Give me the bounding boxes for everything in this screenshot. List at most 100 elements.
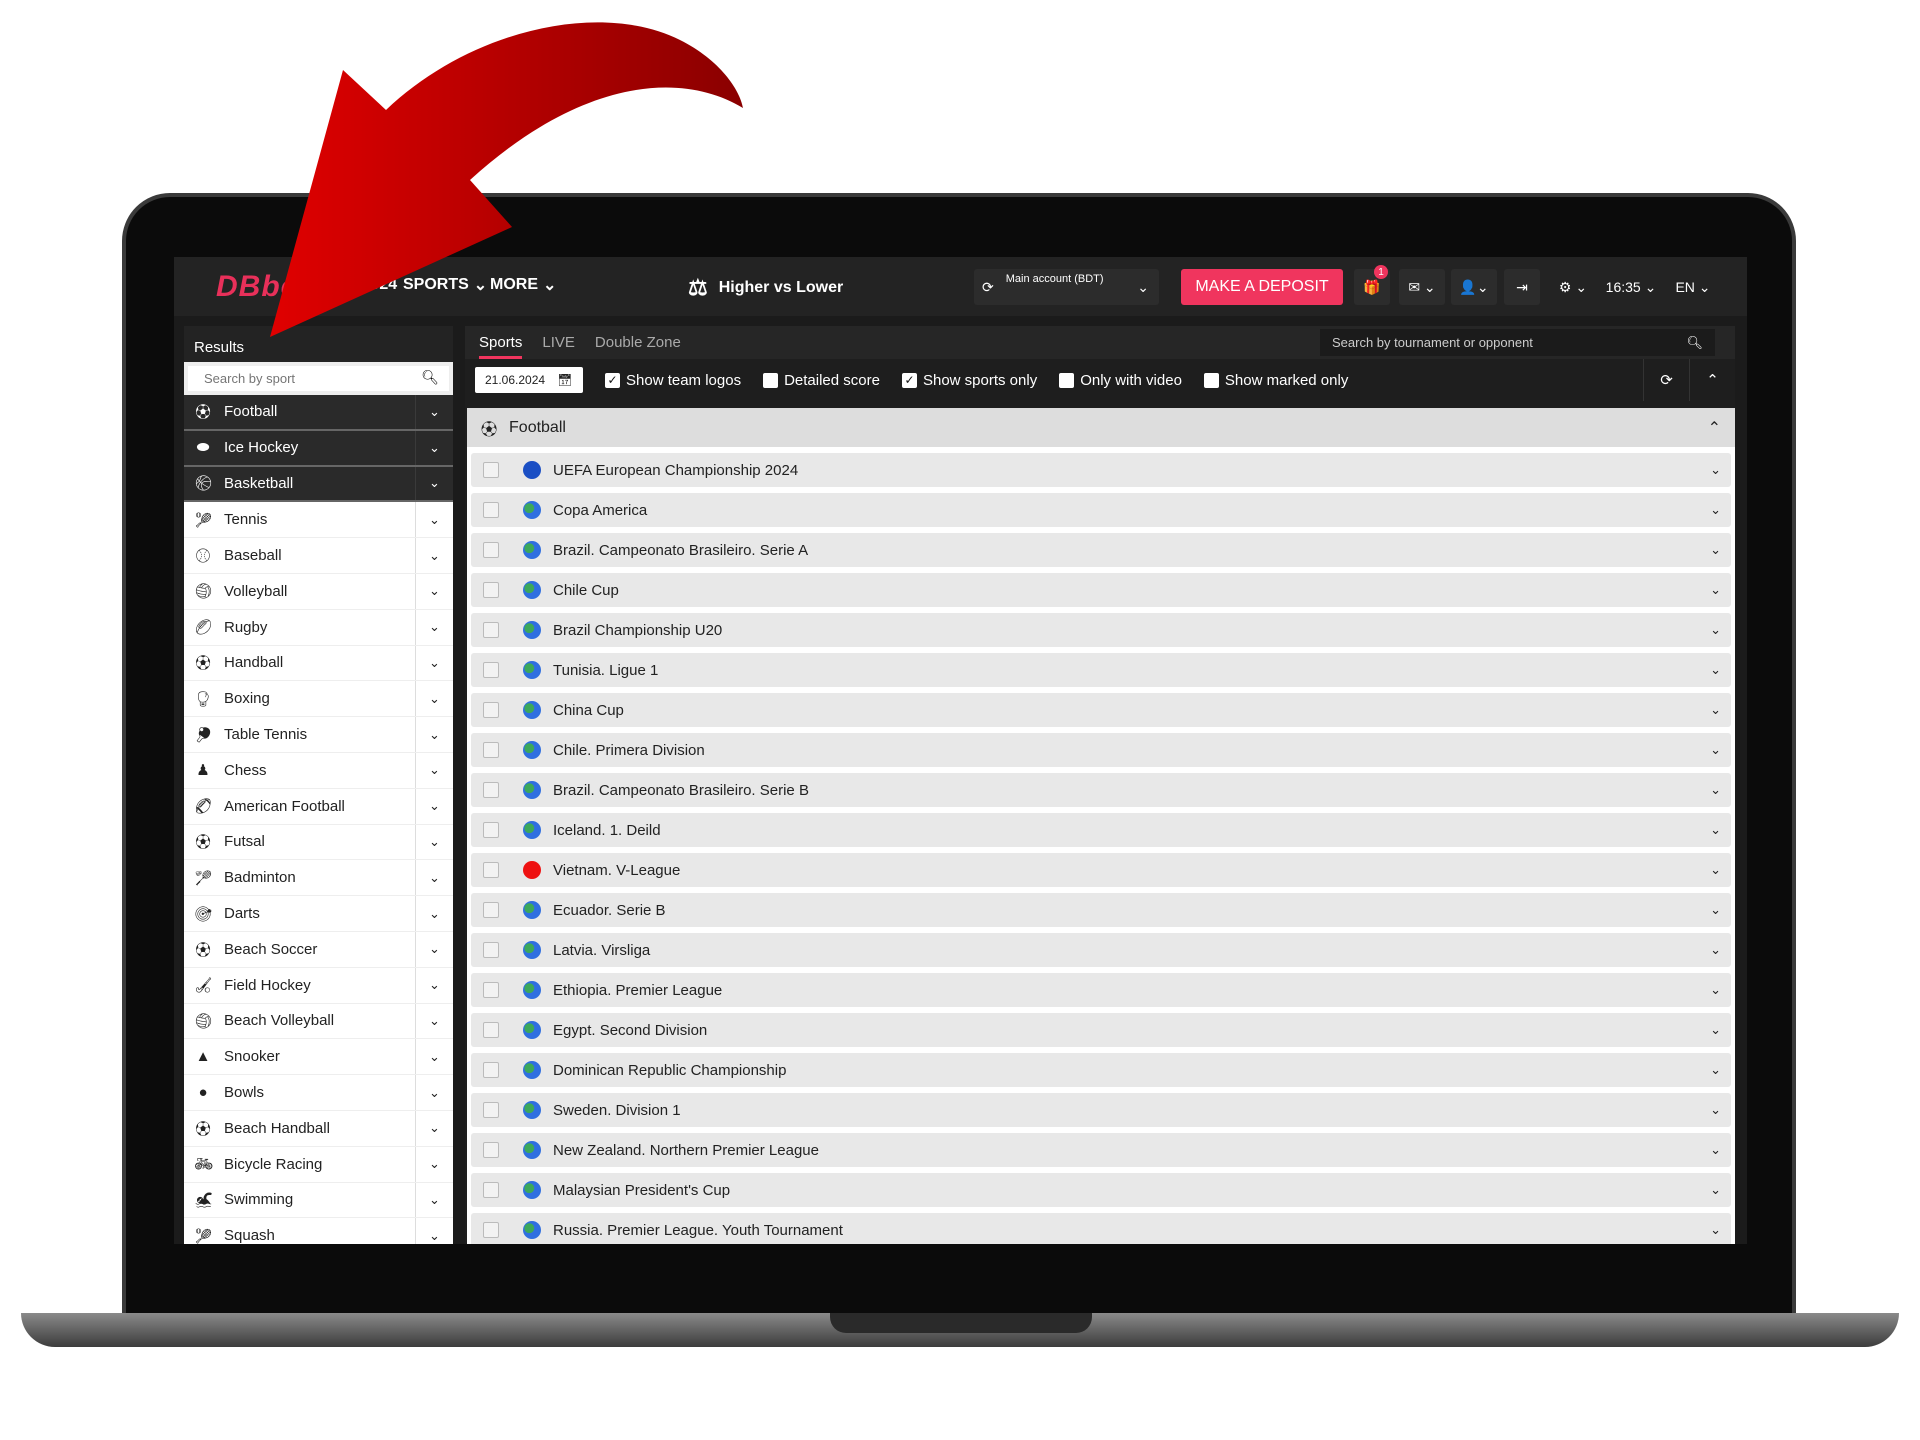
sidebar-item-swimming[interactable]: 🏊︎ Swimming ⌄: [184, 1182, 453, 1219]
league-row[interactable]: Malaysian President's Cup ⌄: [471, 1173, 1731, 1207]
chevron-down-icon[interactable]: ⌄: [1710, 822, 1721, 838]
chevron-down-icon[interactable]: ⌄: [1710, 902, 1721, 918]
mark-checkbox[interactable]: [483, 542, 499, 558]
chevron-down-icon[interactable]: ⌄: [415, 931, 453, 967]
chevron-down-icon[interactable]: ⌄: [415, 1075, 453, 1110]
sidebar-item-field-hockey[interactable]: 🏑︎ Field Hockey ⌄: [184, 967, 453, 1004]
mark-checkbox[interactable]: [483, 1222, 499, 1238]
sidebar-item-baseball[interactable]: ⚾︎ Baseball ⌄: [184, 538, 453, 574]
filter-checkbox[interactable]: Only with video: [1059, 372, 1182, 389]
checkbox[interactable]: [1059, 372, 1075, 388]
mark-checkbox[interactable]: [483, 662, 499, 678]
chevron-down-icon[interactable]: ⌄: [415, 1110, 453, 1146]
logout-button[interactable]: ⇥: [1504, 269, 1540, 305]
sidebar-item-futsal[interactable]: ⚽︎ Futsal ⌄: [184, 824, 453, 861]
mark-checkbox[interactable]: [483, 862, 499, 878]
chevron-down-icon[interactable]: ⌄: [1710, 1022, 1721, 1038]
gift-button[interactable]: 🎁 1: [1354, 265, 1390, 305]
mark-checkbox[interactable]: [483, 582, 499, 598]
league-row[interactable]: Brazil Championship U20 ⌄: [471, 613, 1731, 647]
tournament-search-input[interactable]: Search by tournament or opponent 🔍︎: [1320, 329, 1715, 356]
chevron-down-icon[interactable]: ⌄: [415, 430, 453, 465]
mark-checkbox[interactable]: [483, 502, 499, 518]
chevron-down-icon[interactable]: ⌄: [415, 896, 453, 931]
section-football-header[interactable]: ⚽︎ Football ⌃: [467, 408, 1735, 447]
chevron-down-icon[interactable]: ⌄: [415, 1039, 453, 1075]
sidebar-item-boxing[interactable]: 🥊︎ Boxing ⌄: [184, 681, 453, 718]
filter-checkbox[interactable]: ✓ Show sports only: [901, 372, 1037, 389]
mark-checkbox[interactable]: [483, 782, 499, 798]
account-selector[interactable]: ⟳ Main account (BDT) ⌄: [974, 269, 1159, 305]
collapse-all-icon[interactable]: ⌃: [1689, 359, 1735, 401]
mark-checkbox[interactable]: [483, 822, 499, 838]
filter-checkbox[interactable]: Show marked only: [1203, 372, 1348, 389]
chevron-down-icon[interactable]: ⌄: [1710, 1062, 1721, 1078]
league-row[interactable]: Russia. Premier League. Youth Tournament…: [471, 1213, 1731, 1244]
sidebar-item-handball[interactable]: ⚽︎ Handball ⌄: [184, 645, 453, 682]
chevron-down-icon[interactable]: ⌄: [415, 573, 453, 609]
chevron-down-icon[interactable]: ⌄: [415, 752, 453, 788]
sidebar-item-basketball[interactable]: 🏀︎ Basketball ⌄: [184, 466, 453, 503]
chevron-down-icon[interactable]: ⌄: [415, 609, 453, 645]
league-row[interactable]: Brazil. Campeonato Brasileiro. Serie B ⌄: [471, 773, 1731, 807]
sidebar-item-rugby[interactable]: 🏉︎ Rugby ⌄: [184, 609, 453, 646]
league-row[interactable]: China Cup ⌄: [471, 693, 1731, 727]
sidebar-item-tennis[interactable]: 🎾︎ Tennis ⌄: [184, 502, 453, 539]
chevron-down-icon[interactable]: ⌄: [415, 717, 453, 752]
chevron-down-icon[interactable]: ⌄: [1710, 622, 1721, 638]
sidebar-item-chess[interactable]: ♟ Chess ⌄: [184, 752, 453, 789]
mark-checkbox[interactable]: [483, 1102, 499, 1118]
sidebar-item-table-tennis[interactable]: 🏓︎ Table Tennis ⌄: [184, 717, 453, 753]
sidebar-item-darts[interactable]: 🎯︎ Darts ⌄: [184, 896, 453, 932]
chevron-down-icon[interactable]: ⌄: [415, 466, 453, 501]
chevron-down-icon[interactable]: ⌄: [415, 1003, 453, 1039]
league-row[interactable]: Ecuador. Serie B ⌄: [471, 893, 1731, 927]
chevron-down-icon[interactable]: ⌄: [415, 1218, 453, 1244]
mark-checkbox[interactable]: [483, 982, 499, 998]
league-row[interactable]: Latvia. Virsliga ⌄: [471, 933, 1731, 967]
mark-checkbox[interactable]: [483, 622, 499, 638]
chevron-down-icon[interactable]: ⌄: [415, 788, 453, 824]
chevron-down-icon[interactable]: ⌄: [415, 502, 453, 538]
sidebar-item-volleyball[interactable]: 🏐︎ Volleyball ⌄: [184, 573, 453, 610]
time-selector[interactable]: 16:35 ⌄: [1602, 269, 1660, 305]
sidebar-item-badminton[interactable]: 🏸︎ Badminton ⌄: [184, 860, 453, 897]
profile-button[interactable]: 👤⌄: [1451, 269, 1497, 305]
chevron-down-icon[interactable]: ⌄: [415, 1146, 453, 1182]
chevron-down-icon[interactable]: ⌄: [1710, 542, 1721, 558]
sidebar-item-beach-soccer[interactable]: ⚽︎ Beach Soccer ⌄: [184, 931, 453, 968]
make-deposit-button[interactable]: MAKE A DEPOSIT: [1181, 269, 1343, 305]
sidebar-item-ice-hockey[interactable]: ⬬ Ice Hockey ⌄: [184, 430, 453, 467]
sidebar-item-american-football[interactable]: 🏈︎ American Football ⌄: [184, 788, 453, 825]
league-row[interactable]: Brazil. Campeonato Brasileiro. Serie A ⌄: [471, 533, 1731, 567]
league-row[interactable]: New Zealand. Northern Premier League ⌄: [471, 1133, 1731, 1167]
mark-checkbox[interactable]: [483, 462, 499, 478]
league-row[interactable]: Tunisia. Ligue 1 ⌄: [471, 653, 1731, 687]
chevron-down-icon[interactable]: ⌄: [1710, 1142, 1721, 1158]
chevron-down-icon[interactable]: ⌄: [415, 681, 453, 717]
mark-checkbox[interactable]: [483, 1182, 499, 1198]
chevron-down-icon[interactable]: ⌄: [1710, 582, 1721, 598]
league-row[interactable]: Sweden. Division 1 ⌄: [471, 1093, 1731, 1127]
mark-checkbox[interactable]: [483, 1022, 499, 1038]
mark-checkbox[interactable]: [483, 1142, 499, 1158]
language-selector[interactable]: EN ⌄: [1668, 269, 1718, 305]
league-row[interactable]: UEFA European Championship 2024 ⌄: [471, 453, 1731, 487]
chevron-up-icon[interactable]: ⌃: [1708, 418, 1721, 438]
sidebar-item-football[interactable]: ⚽︎ Football ⌄: [184, 395, 453, 431]
league-row[interactable]: Dominican Republic Championship ⌄: [471, 1053, 1731, 1087]
chevron-down-icon[interactable]: ⌄: [415, 824, 453, 860]
refresh-icon[interactable]: ⟳: [1643, 359, 1689, 401]
checkbox[interactable]: [1203, 372, 1219, 388]
chevron-down-icon[interactable]: ⌄: [1710, 462, 1721, 478]
chevron-down-icon[interactable]: ⌄: [415, 967, 453, 1003]
messages-button[interactable]: ✉ ⌄: [1399, 269, 1445, 305]
league-row[interactable]: Chile. Primera Division ⌄: [471, 733, 1731, 767]
chevron-down-icon[interactable]: ⌄: [1710, 1182, 1721, 1198]
chevron-down-icon[interactable]: ⌄: [415, 395, 453, 429]
chevron-down-icon[interactable]: ⌄: [1710, 702, 1721, 718]
settings-button[interactable]: ⚙ ⌄: [1550, 269, 1596, 305]
chevron-down-icon[interactable]: ⌄: [415, 860, 453, 896]
league-row[interactable]: Copa America ⌄: [471, 493, 1731, 527]
sidebar-item-beach-volleyball[interactable]: 🏐︎ Beach Volleyball ⌄: [184, 1003, 453, 1040]
